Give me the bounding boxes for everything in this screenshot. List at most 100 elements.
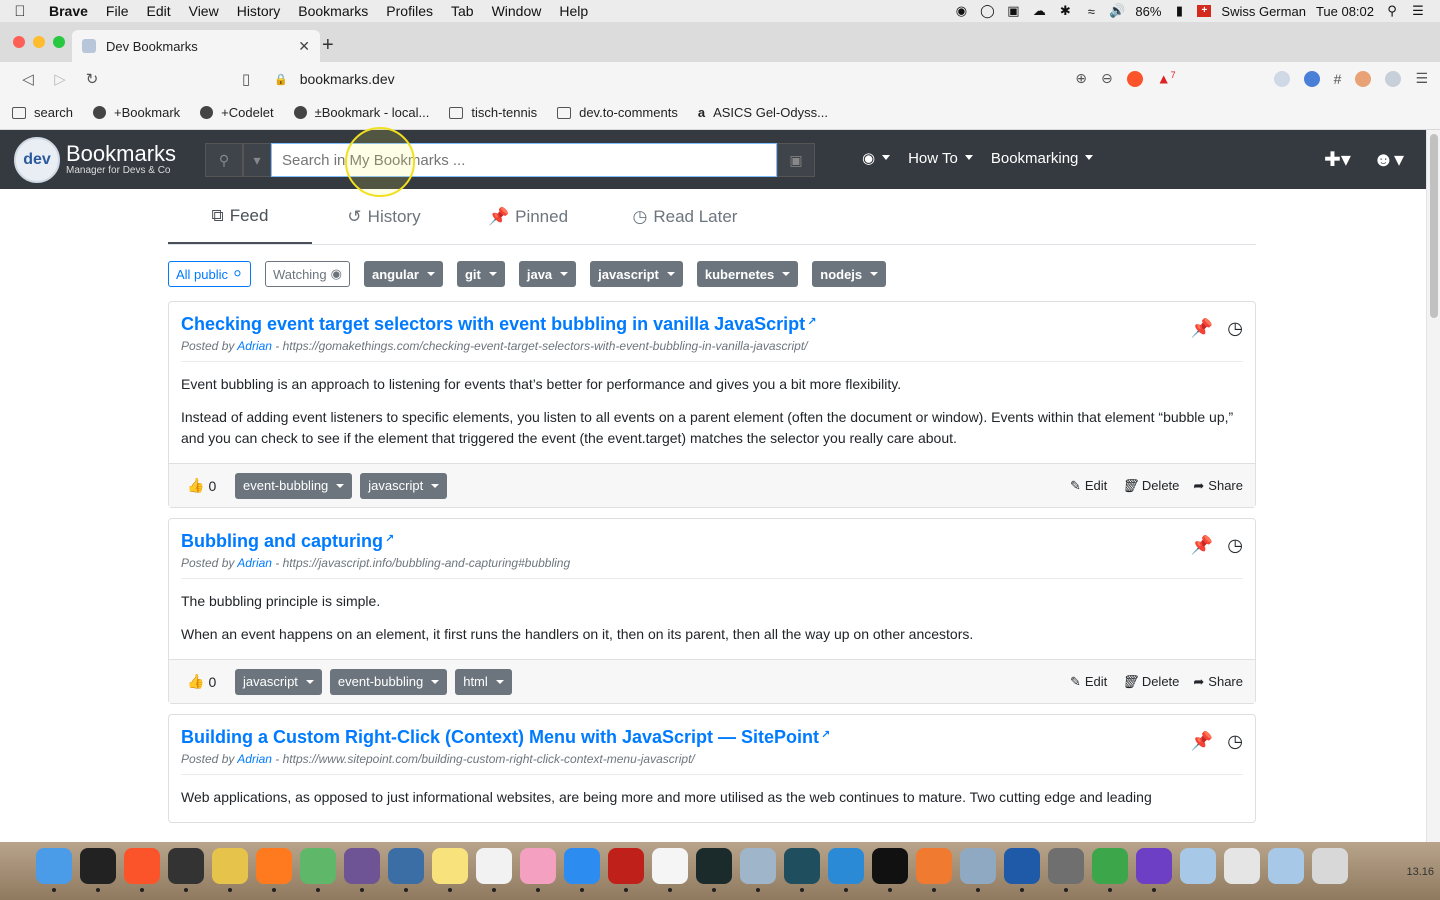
like-button[interactable]: 👍 0	[181, 477, 235, 494]
gimp-icon[interactable]	[1048, 848, 1084, 892]
tag-button[interactable]: javascript	[360, 472, 448, 499]
menu-icon[interactable]: ☰	[1415, 70, 1428, 87]
mail-icon[interactable]	[740, 848, 776, 892]
photos-icon[interactable]	[520, 848, 556, 892]
atom-icon[interactable]	[300, 848, 336, 892]
tag-filter-button[interactable]: git	[456, 261, 505, 287]
search-icon[interactable]: ⚲	[205, 143, 243, 177]
share-button[interactable]: ➦ Share	[1193, 478, 1243, 494]
terminal-icon[interactable]	[168, 848, 204, 892]
tab-close-icon[interactable]: ✕	[298, 38, 310, 55]
brave-shields-icon[interactable]	[1126, 70, 1143, 87]
apple-icon[interactable]: 	[0, 3, 40, 20]
postman-icon[interactable]	[916, 848, 952, 892]
menu-window[interactable]: Window	[483, 3, 551, 19]
menu-view[interactable]: View	[180, 3, 228, 19]
share-button[interactable]: ➦ Share	[1193, 674, 1243, 690]
url-bar[interactable]: 🔒 bookmarks.dev	[262, 65, 1082, 93]
notes-icon[interactable]	[432, 848, 468, 892]
siri-icon[interactable]	[1180, 848, 1216, 884]
github-desktop-icon[interactable]	[344, 848, 380, 892]
app-store-icon[interactable]	[564, 848, 600, 892]
zoom-window-button[interactable]	[53, 36, 65, 48]
scrollbar-thumb[interactable]	[1430, 134, 1438, 318]
page-scrollbar[interactable]	[1426, 130, 1440, 842]
zoom-out-icon[interactable]: ⊖	[1101, 70, 1113, 87]
tag-filter-button[interactable]: java	[518, 261, 577, 287]
cloud-icon[interactable]: ☁	[1031, 3, 1047, 19]
tag-button[interactable]: html	[455, 668, 512, 695]
bookmark-title[interactable]: Checking event target selectors with eve…	[181, 314, 1243, 335]
tag-filter-button[interactable]: angular	[364, 261, 443, 287]
sourcetree-icon[interactable]	[784, 848, 820, 892]
trash-icon[interactable]	[1312, 848, 1348, 884]
bookmark-item[interactable]: tisch-tennis	[449, 105, 537, 120]
tag-filter-button[interactable]: nodejs	[812, 261, 887, 287]
wifi-icon[interactable]: ≈	[1083, 3, 1099, 19]
volume-icon[interactable]: 🔊	[1109, 3, 1125, 19]
read-later-clock-icon[interactable]: ◷	[1227, 535, 1243, 556]
save-search-icon[interactable]: ▣	[777, 143, 815, 177]
finder-icon[interactable]	[36, 848, 72, 892]
menu-history[interactable]: History	[228, 3, 290, 19]
keyboard-layout[interactable]: Swiss German	[1221, 4, 1306, 19]
docker-icon[interactable]: ▣	[1005, 3, 1021, 19]
delete-button[interactable]: 🗑 Delete	[1121, 674, 1179, 690]
bookmark-item[interactable]: +Codelet	[200, 105, 274, 120]
bookmark-item[interactable]: ±Bookmark - local...	[293, 105, 429, 120]
battery-icon[interactable]: ▮	[1171, 3, 1187, 19]
tab-pinned[interactable]: 📌 Pinned	[456, 189, 600, 244]
watching-button[interactable]: Watching ◉	[264, 261, 350, 287]
calendar-icon[interactable]	[652, 848, 688, 892]
acrobat-icon[interactable]	[608, 848, 644, 892]
tag-button[interactable]: event-bubbling	[235, 472, 353, 499]
reload-icon[interactable]: ↻	[76, 70, 108, 88]
menu-edit[interactable]: Edit	[137, 3, 179, 19]
new-tab-button[interactable]: +	[322, 34, 334, 57]
howto-menu[interactable]: How To	[908, 150, 973, 167]
pin-icon[interactable]: 📌	[1191, 318, 1213, 339]
bookmark-item[interactable]: a ASICS Gel-Odyss...	[698, 105, 828, 120]
author-link[interactable]: Adrian	[237, 339, 272, 353]
tab-feed[interactable]: ⧉ Feed	[168, 189, 312, 244]
close-window-button[interactable]	[13, 36, 25, 48]
user-icon[interactable]: ☻▾	[1373, 147, 1404, 172]
menu-file[interactable]: File	[97, 3, 138, 19]
control-center-icon[interactable]: ☰	[1410, 3, 1426, 19]
tab-read-later[interactable]: ◷ Read Later	[600, 189, 770, 244]
tab-history[interactable]: ↺ History	[312, 189, 456, 244]
read-later-clock-icon[interactable]: ◷	[1227, 731, 1243, 752]
downloads-icon[interactable]	[1224, 848, 1260, 884]
all-public-button[interactable]: All public ⚪	[168, 261, 251, 287]
edit-button[interactable]: ✎ Edit	[1070, 478, 1107, 494]
read-later-clock-icon[interactable]: ◷	[1227, 318, 1243, 339]
tag-button[interactable]: javascript	[235, 668, 322, 695]
battery-percent[interactable]: 86%	[1135, 4, 1161, 19]
menu-app-name[interactable]: Brave	[40, 3, 97, 19]
screensaver-icon[interactable]	[1268, 848, 1304, 884]
brave-icon[interactable]	[124, 848, 160, 892]
mysql-workbench-icon[interactable]	[388, 848, 424, 892]
add-bookmark-icon[interactable]: ✚▾	[1324, 147, 1351, 172]
menu-tab[interactable]: Tab	[442, 3, 483, 19]
bookmark-title[interactable]: Building a Custom Right-Click (Context) …	[181, 727, 1243, 748]
menu-profiles[interactable]: Profiles	[377, 3, 442, 19]
forward-icon[interactable]: ▷	[44, 70, 76, 88]
bookmark-item[interactable]: search	[12, 105, 73, 120]
firefox-icon[interactable]	[256, 848, 292, 892]
bookmark-title[interactable]: Bubbling and capturing ↗	[181, 531, 1243, 552]
bookmarking-menu[interactable]: Bookmarking	[991, 150, 1094, 167]
sync-icon[interactable]: ◯	[979, 3, 995, 19]
brave-rewards-icon[interactable]: ▲7	[1157, 70, 1176, 87]
obsidian-icon[interactable]	[1136, 848, 1172, 892]
intellij-icon[interactable]	[80, 848, 116, 892]
translate-icon[interactable]	[1303, 70, 1320, 87]
edit-button[interactable]: ✎ Edit	[1070, 674, 1107, 690]
bluetooth-icon[interactable]: ✱	[1057, 3, 1073, 19]
github-icon[interactable]: ◉	[862, 149, 890, 167]
like-button[interactable]: 👍 0	[181, 673, 235, 690]
dev-extension-icon[interactable]	[1273, 70, 1290, 87]
bookmark-item[interactable]: dev.to-comments	[557, 105, 678, 120]
spotlight-search-icon[interactable]: ⚲	[1384, 3, 1400, 19]
pin-icon[interactable]: 📌	[1191, 535, 1213, 556]
